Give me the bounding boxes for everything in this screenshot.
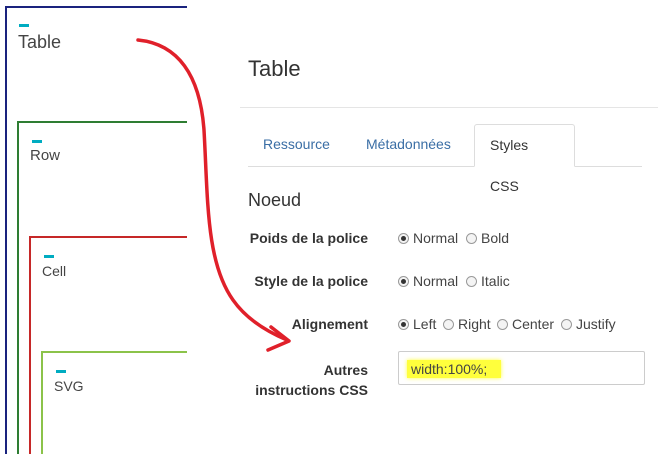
- annotation-arrow-icon: [136, 38, 291, 352]
